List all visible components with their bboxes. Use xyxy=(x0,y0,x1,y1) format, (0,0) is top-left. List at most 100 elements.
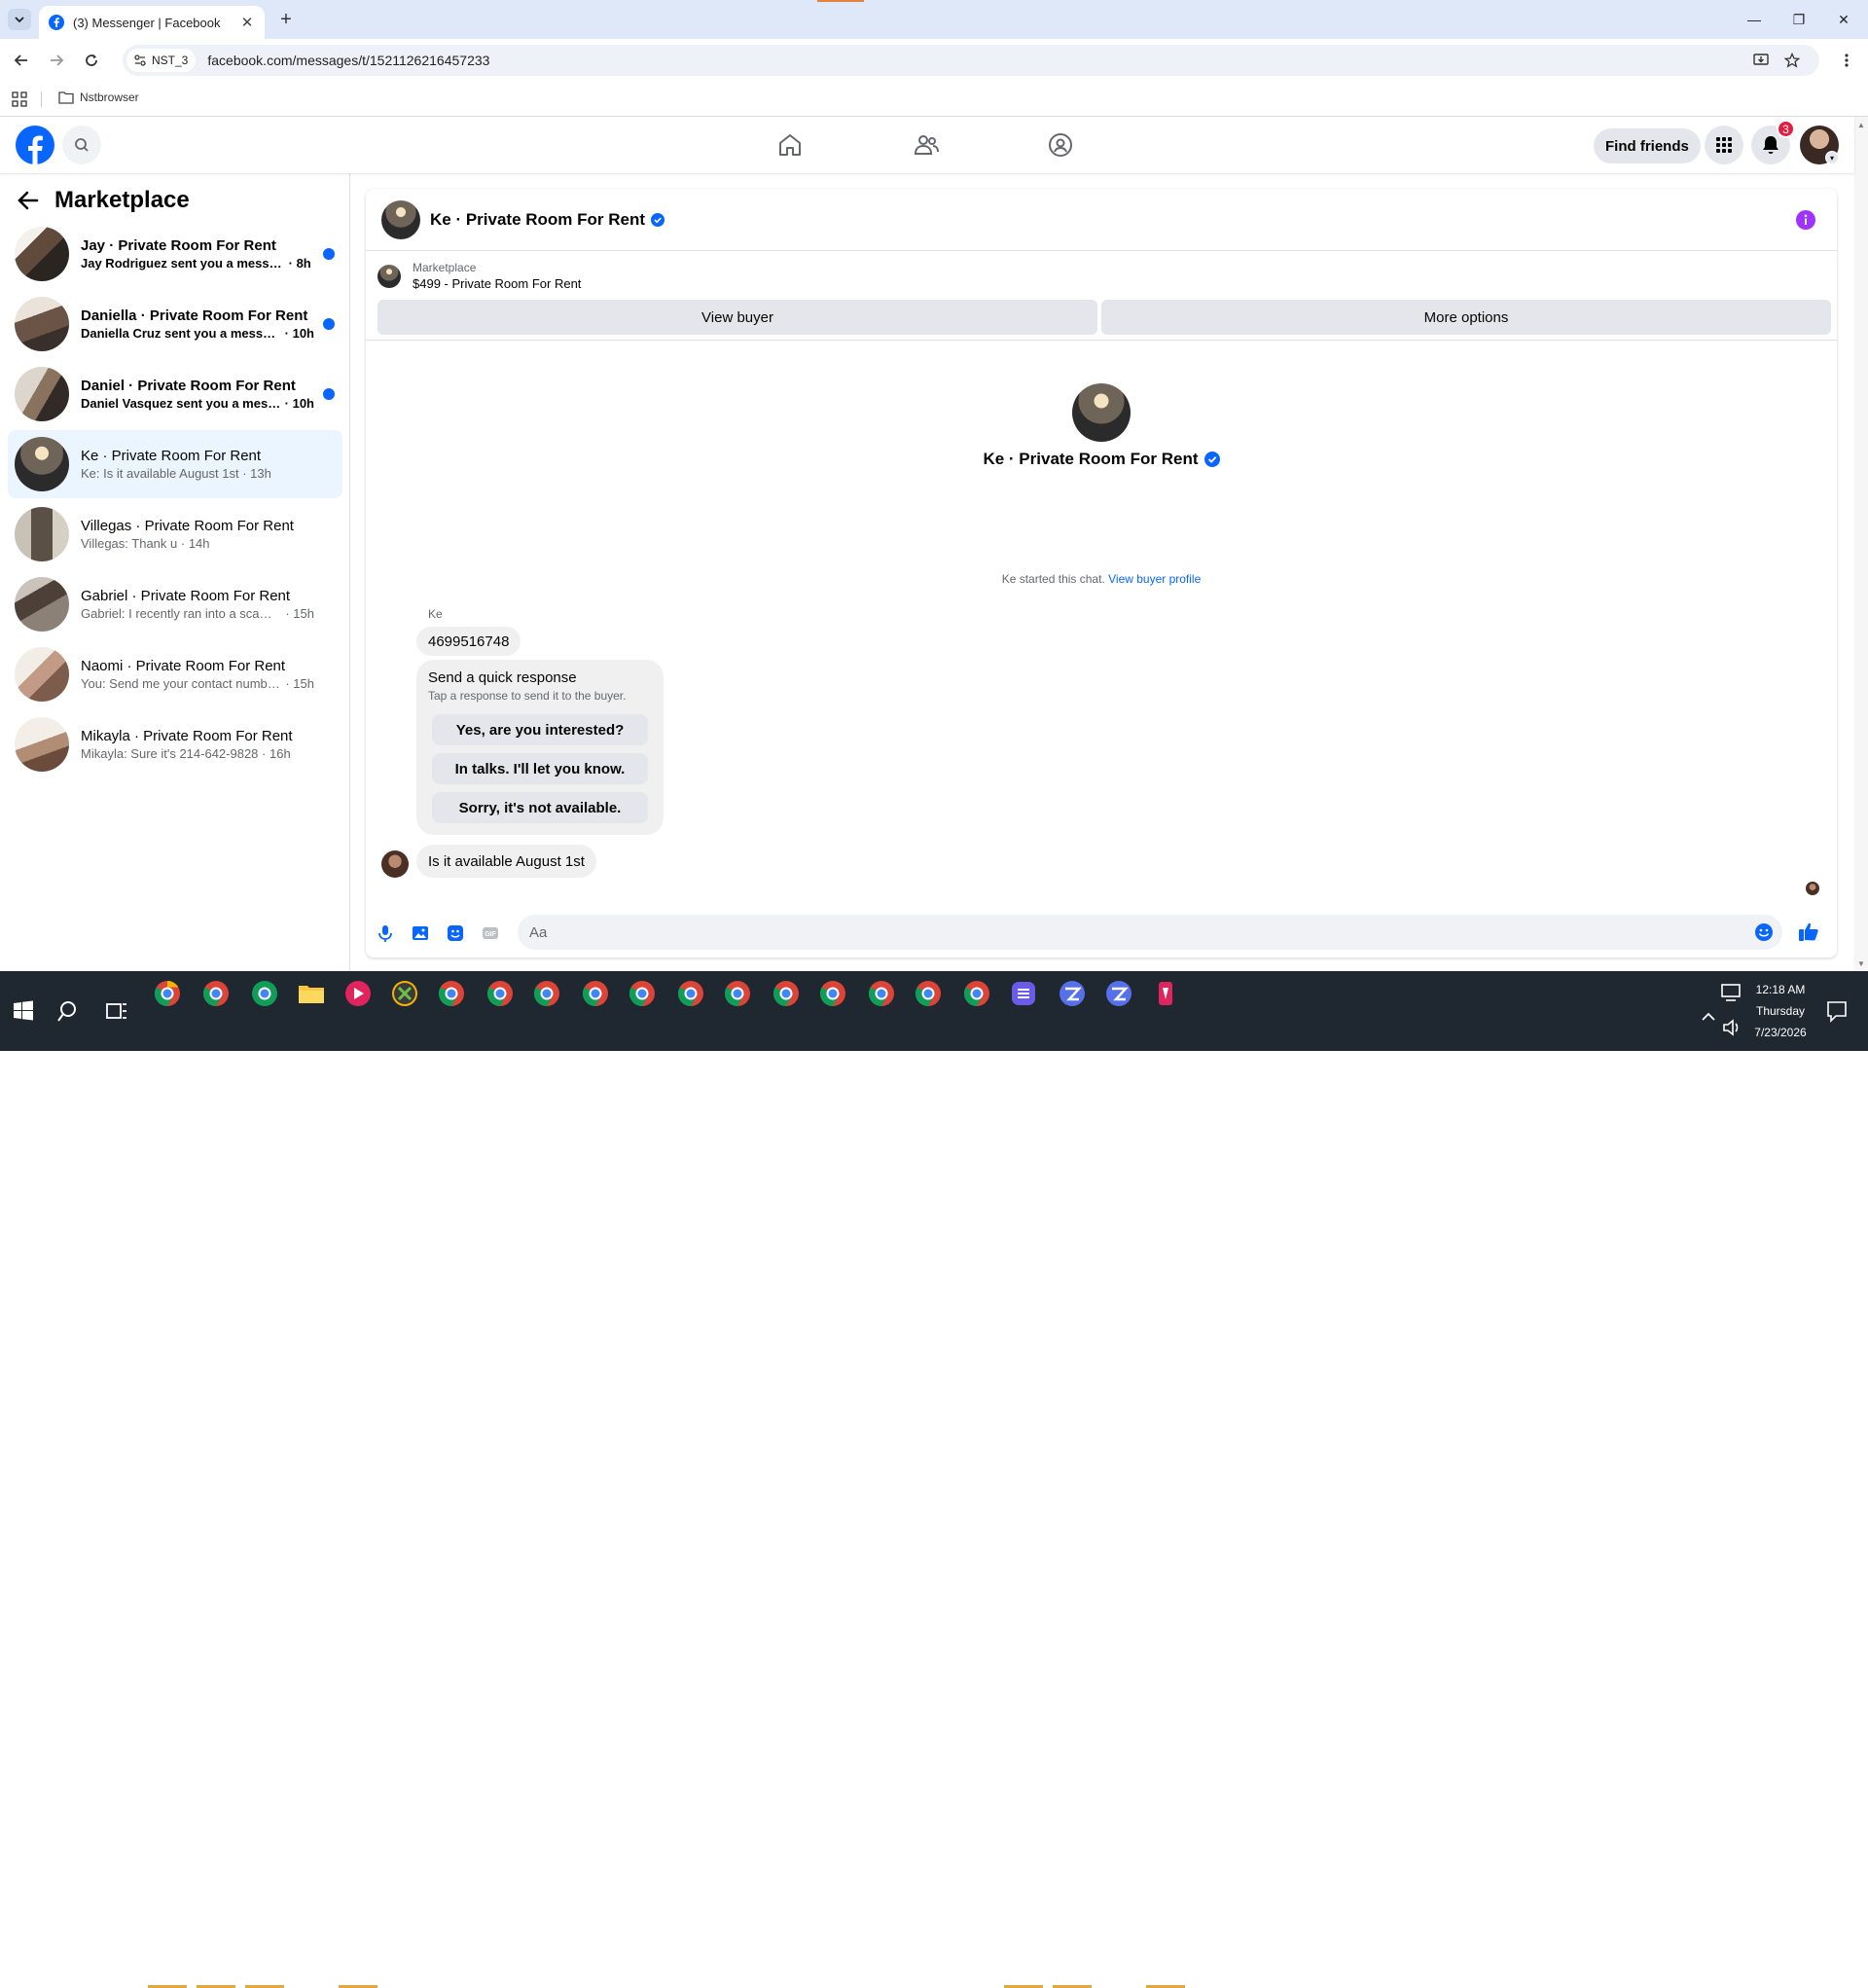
nstbrowser-icon[interactable] xyxy=(1103,978,1134,1009)
chat-title[interactable]: Ke · Private Room For Rent xyxy=(430,210,645,230)
conversation-item[interactable]: Villegas · Private Room For Rent Villega… xyxy=(8,500,342,568)
new-tab-button[interactable]: + xyxy=(274,9,298,30)
chrome-icon[interactable] xyxy=(580,978,611,1009)
browser-tab[interactable]: (3) Messenger | Facebook ✕ xyxy=(39,6,265,39)
sticker-icon[interactable] xyxy=(446,923,465,943)
more-options-button[interactable]: More options xyxy=(1101,300,1831,335)
scroll-up-arrow-icon[interactable]: ▲ xyxy=(1857,121,1865,129)
quick-response-option[interactable]: In talks. I'll let you know. xyxy=(432,753,648,784)
quick-response-option[interactable]: Sorry, it's not available. xyxy=(432,792,648,823)
browser-app-icon[interactable] xyxy=(1008,978,1039,1009)
conversation-item[interactable]: Daniel · Private Room For Rent Daniel Va… xyxy=(8,360,342,428)
conversation-name: Ke · Private Room For Rent xyxy=(81,448,262,464)
view-buyer-button[interactable]: View buyer xyxy=(377,300,1097,335)
tab-list-button[interactable] xyxy=(8,9,31,30)
conversation-name: Jay · Private Room For Rent xyxy=(81,237,276,254)
photo-icon[interactable] xyxy=(411,923,430,943)
conversation-item[interactable]: Mikayla · Private Room For Rent Mikayla:… xyxy=(8,710,342,778)
folder-icon xyxy=(58,91,74,104)
app-icon[interactable] xyxy=(389,978,420,1009)
install-app-icon[interactable] xyxy=(1749,49,1773,72)
close-tab-icon[interactable]: ✕ xyxy=(239,15,255,31)
find-friends-button[interactable]: Find friends xyxy=(1594,128,1701,163)
bookmark-folder-nstbrowser[interactable]: Nstbrowser xyxy=(58,90,139,104)
conversation-item[interactable]: Gabriel · Private Room For Rent Gabriel:… xyxy=(8,570,342,638)
conversation-item-active[interactable]: Ke · Private Room For Rent Ke: Is it ava… xyxy=(8,430,342,498)
marketplace-listing-bar: Marketplace $499 - Private Room For Rent… xyxy=(366,251,1837,341)
microphone-icon[interactable] xyxy=(376,923,395,943)
search-button[interactable] xyxy=(62,126,101,164)
friends-icon[interactable] xyxy=(913,131,940,159)
back-arrow-icon[interactable] xyxy=(18,191,39,210)
emoji-icon[interactable] xyxy=(1754,922,1774,942)
conversation-item[interactable]: Naomi · Private Room For Rent You: Send … xyxy=(8,640,342,708)
windows-taskbar: 12:18 AM Thursday 7/23/2026 xyxy=(0,971,1868,1988)
view-buyer-profile-link[interactable]: View buyer profile xyxy=(1108,572,1201,586)
notification-center-icon[interactable] xyxy=(1821,995,1852,1027)
conversation-item[interactable]: Daniella · Private Room For Rent Daniell… xyxy=(8,290,342,358)
back-button[interactable] xyxy=(10,49,33,72)
conversation-time: 10h xyxy=(292,396,314,411)
facebook-logo-icon[interactable] xyxy=(16,126,54,164)
message-bubble[interactable]: 4699516748 xyxy=(416,627,521,656)
page-scrollbar[interactable]: ▲ ▼ xyxy=(1854,117,1868,971)
address-bar[interactable]: NST_3 facebook.com/messages/t/1521126216… xyxy=(123,45,1819,76)
chrome-profile-icon[interactable] xyxy=(249,978,280,1009)
message-bubble[interactable]: Is it available August 1st xyxy=(416,845,596,878)
message-input[interactable]: Aa xyxy=(518,915,1782,950)
search-icon[interactable] xyxy=(54,995,86,1027)
listing-title[interactable]: $499 - Private Room For Rent xyxy=(413,276,581,291)
groups-icon[interactable] xyxy=(1047,131,1074,159)
video-app-icon[interactable] xyxy=(342,978,374,1009)
clock-time[interactable]: 12:18 AM xyxy=(1751,983,1810,996)
close-window-button[interactable]: ✕ xyxy=(1821,0,1866,39)
windows-start-icon[interactable] xyxy=(8,995,39,1027)
file-explorer-icon[interactable] xyxy=(296,978,327,1009)
sender-avatar[interactable] xyxy=(381,850,409,878)
gif-icon[interactable]: GIF xyxy=(481,923,500,943)
thumbs-up-icon[interactable] xyxy=(1798,921,1819,942)
site-info-chip[interactable]: NST_3 xyxy=(126,49,197,72)
conversation-time: 15h xyxy=(293,676,314,691)
scroll-down-arrow-icon[interactable]: ▼ xyxy=(1857,959,1865,968)
forward-button[interactable] xyxy=(45,49,68,72)
nstbrowser-icon[interactable] xyxy=(1057,978,1088,1009)
chrome-icon[interactable] xyxy=(913,978,944,1009)
chrome-profile-icon[interactable] xyxy=(200,978,232,1009)
apps-grid-icon[interactable] xyxy=(12,91,27,107)
chrome-icon[interactable] xyxy=(722,978,753,1009)
conversation-item[interactable]: Jay · Private Room For Rent Jay Rodrigue… xyxy=(8,220,342,288)
chrome-profile-icon[interactable] xyxy=(152,978,183,1009)
minimize-button[interactable]: — xyxy=(1732,0,1777,39)
chrome-icon[interactable] xyxy=(627,978,658,1009)
chrome-icon[interactable] xyxy=(675,978,706,1009)
clock-day[interactable]: Thursday xyxy=(1751,1004,1810,1018)
tune-icon xyxy=(134,54,146,66)
clock-date[interactable]: 7/23/2026 xyxy=(1751,1026,1810,1039)
chrome-icon[interactable] xyxy=(771,978,802,1009)
speaker-icon[interactable] xyxy=(1716,1012,1747,1043)
bookmark-star-icon[interactable] xyxy=(1780,49,1804,72)
quick-response-option[interactable]: Yes, are you interested? xyxy=(432,714,648,745)
task-view-icon[interactable] xyxy=(101,995,132,1027)
browser-menu-icon[interactable] xyxy=(1835,49,1858,72)
conversation-avatar xyxy=(15,297,69,351)
home-icon[interactable] xyxy=(776,131,804,159)
app-icon[interactable] xyxy=(1150,978,1181,1009)
chevron-down-icon[interactable]: ▾ xyxy=(1825,151,1839,164)
chrome-icon[interactable] xyxy=(866,978,897,1009)
chrome-icon[interactable] xyxy=(817,978,848,1009)
conversation-time: 8h xyxy=(296,256,311,271)
quick-response-card: Send a quick response Tap a response to … xyxy=(416,660,664,835)
reload-button[interactable] xyxy=(80,49,103,72)
chrome-icon[interactable] xyxy=(485,978,516,1009)
url-text[interactable]: facebook.com/messages/t/1521126216457233 xyxy=(207,53,489,68)
info-icon[interactable] xyxy=(1796,210,1815,230)
chrome-icon[interactable] xyxy=(531,978,562,1009)
chrome-icon[interactable] xyxy=(436,978,467,1009)
restore-button[interactable]: ❐ xyxy=(1777,0,1821,39)
chrome-icon[interactable] xyxy=(961,978,992,1009)
bookmarks-bar: Nstbrowser xyxy=(0,82,1868,117)
chat-avatar[interactable] xyxy=(381,199,420,239)
menu-button[interactable] xyxy=(1705,126,1743,164)
